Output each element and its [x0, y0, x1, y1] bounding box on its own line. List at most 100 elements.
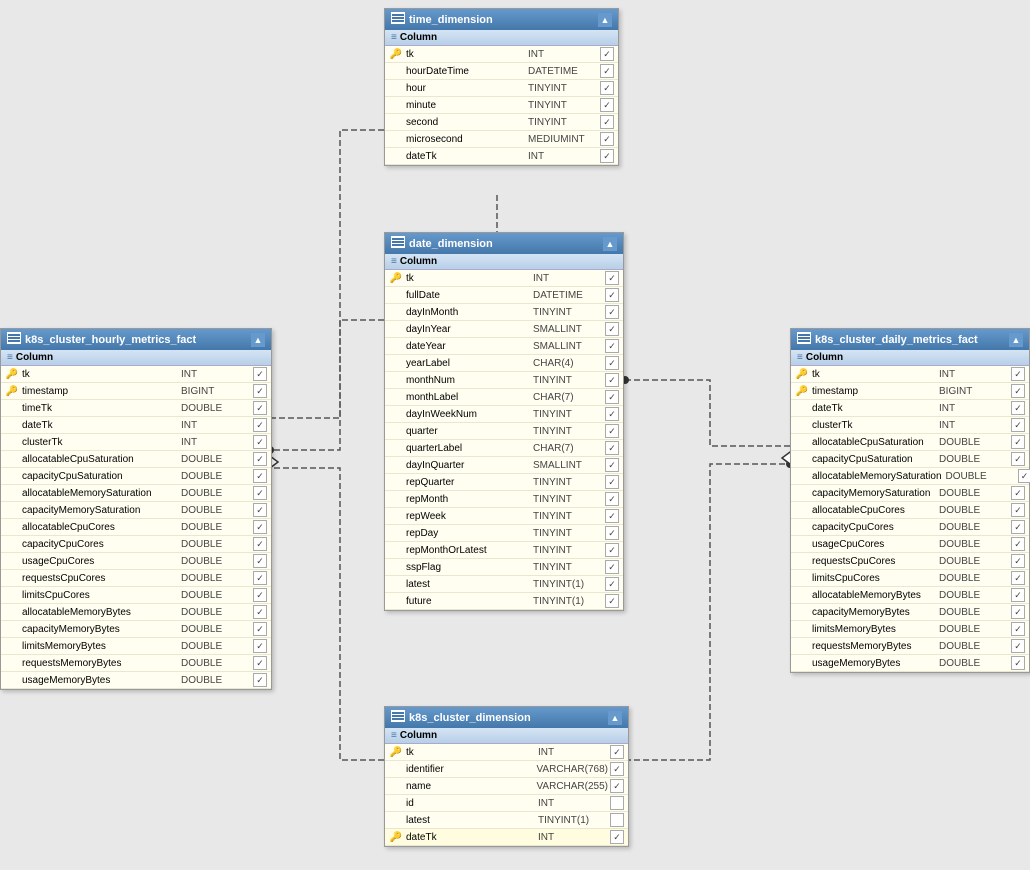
- scroll-up-daily[interactable]: ▲: [1009, 333, 1023, 347]
- table-k8s-cluster-daily[interactable]: k8s_cluster_daily_metrics_fact ▲ ≡ Colum…: [790, 328, 1030, 673]
- check[interactable]: ✓: [600, 81, 614, 95]
- table-row[interactable]: limitsMemoryBytes DOUBLE ✓: [791, 621, 1029, 638]
- table-date-dimension[interactable]: date_dimension ▲ ≡ Column 🔑 tk INT ✓ ful…: [384, 232, 624, 611]
- check[interactable]: ✓: [1011, 435, 1025, 449]
- table-k8s-cluster-dimension[interactable]: k8s_cluster_dimension ▲ ≡ Column 🔑 tk IN…: [384, 706, 629, 847]
- table-row[interactable]: capacityCpuCores DOUBLE ✓: [1, 536, 271, 553]
- check[interactable]: ✓: [605, 424, 619, 438]
- table-row[interactable]: 🔑 tk INT ✓: [385, 744, 628, 761]
- check[interactable]: ✓: [605, 543, 619, 557]
- check[interactable]: ✓: [610, 762, 624, 776]
- table-row[interactable]: latest TINYINT(1): [385, 812, 628, 829]
- check[interactable]: ✓: [253, 452, 267, 466]
- check[interactable]: ✓: [605, 492, 619, 506]
- table-row[interactable]: repMonthOrLatest TINYINT ✓: [385, 542, 623, 559]
- check[interactable]: ✓: [253, 622, 267, 636]
- table-row[interactable]: dateYear SMALLINT ✓: [385, 338, 623, 355]
- table-row[interactable]: id INT: [385, 795, 628, 812]
- table-row[interactable]: monthNum TINYINT ✓: [385, 372, 623, 389]
- table-row[interactable]: clusterTk INT ✓: [1, 434, 271, 451]
- check[interactable]: ✓: [605, 594, 619, 608]
- table-row[interactable]: repQuarter TINYINT ✓: [385, 474, 623, 491]
- table-row[interactable]: sspFlag TINYINT ✓: [385, 559, 623, 576]
- check[interactable]: ✓: [253, 486, 267, 500]
- table-row[interactable]: dateTk INT ✓: [791, 400, 1029, 417]
- check[interactable]: ✓: [1011, 622, 1025, 636]
- check[interactable]: ✓: [253, 639, 267, 653]
- check[interactable]: ✓: [1011, 656, 1025, 670]
- check[interactable]: ✓: [600, 115, 614, 129]
- check[interactable]: ✓: [253, 367, 267, 381]
- check[interactable]: ✓: [253, 537, 267, 551]
- table-row[interactable]: allocatableCpuSaturation DOUBLE ✓: [791, 434, 1029, 451]
- table-row[interactable]: yearLabel CHAR(4) ✓: [385, 355, 623, 372]
- check[interactable]: ✓: [605, 305, 619, 319]
- table-row[interactable]: capacityCpuSaturation DOUBLE ✓: [1, 468, 271, 485]
- check[interactable]: ✓: [605, 271, 619, 285]
- check[interactable]: ✓: [253, 520, 267, 534]
- check[interactable]: ✓: [253, 673, 267, 687]
- check[interactable]: ✓: [253, 588, 267, 602]
- table-row[interactable]: timeTk DOUBLE ✓: [1, 400, 271, 417]
- table-row[interactable]: 🔑 dateTk INT ✓: [385, 829, 628, 846]
- table-row[interactable]: 🔑 tk INT ✓: [385, 270, 623, 287]
- check[interactable]: ✓: [605, 526, 619, 540]
- check[interactable]: ✓: [253, 401, 267, 415]
- table-row[interactable]: quarterLabel CHAR(7) ✓: [385, 440, 623, 457]
- check[interactable]: ✓: [1011, 639, 1025, 653]
- check-unchecked[interactable]: [610, 796, 624, 810]
- check[interactable]: ✓: [1011, 605, 1025, 619]
- check[interactable]: ✓: [605, 458, 619, 472]
- table-row[interactable]: dayInWeekNum TINYINT ✓: [385, 406, 623, 423]
- table-row[interactable]: dayInYear SMALLINT ✓: [385, 321, 623, 338]
- table-row[interactable]: usageMemoryBytes DOUBLE ✓: [1, 672, 271, 689]
- check[interactable]: ✓: [605, 322, 619, 336]
- table-row[interactable]: clusterTk INT ✓: [791, 417, 1029, 434]
- table-row[interactable]: capacityMemorySaturation DOUBLE ✓: [791, 485, 1029, 502]
- table-row[interactable]: repWeek TINYINT ✓: [385, 508, 623, 525]
- check[interactable]: ✓: [605, 560, 619, 574]
- check[interactable]: ✓: [610, 745, 624, 759]
- check[interactable]: ✓: [1011, 384, 1025, 398]
- table-row[interactable]: fullDate DATETIME ✓: [385, 287, 623, 304]
- check[interactable]: ✓: [1011, 520, 1025, 534]
- table-row[interactable]: dateTk INT ✓: [1, 417, 271, 434]
- check[interactable]: ✓: [600, 149, 614, 163]
- check[interactable]: ✓: [1011, 486, 1025, 500]
- check[interactable]: ✓: [1011, 418, 1025, 432]
- check[interactable]: ✓: [610, 779, 624, 793]
- check[interactable]: ✓: [605, 407, 619, 421]
- check[interactable]: ✓: [1011, 367, 1025, 381]
- table-row[interactable]: quarter TINYINT ✓: [385, 423, 623, 440]
- check[interactable]: ✓: [1011, 554, 1025, 568]
- table-row[interactable]: allocatableCpuSaturation DOUBLE ✓: [1, 451, 271, 468]
- check[interactable]: ✓: [1011, 401, 1025, 415]
- table-row[interactable]: usageCpuCores DOUBLE ✓: [791, 536, 1029, 553]
- check[interactable]: ✓: [1018, 469, 1030, 483]
- table-row[interactable]: identifier VARCHAR(768) ✓: [385, 761, 628, 778]
- check[interactable]: ✓: [1011, 537, 1025, 551]
- table-row[interactable]: limitsCpuCores DOUBLE ✓: [791, 570, 1029, 587]
- table-header-hourly[interactable]: k8s_cluster_hourly_metrics_fact ▲: [1, 329, 271, 350]
- table-row[interactable]: dayInQuarter SMALLINT ✓: [385, 457, 623, 474]
- check[interactable]: ✓: [605, 288, 619, 302]
- table-header-time-dimension[interactable]: time_dimension ▲: [385, 9, 618, 30]
- table-row[interactable]: limitsMemoryBytes DOUBLE ✓: [1, 638, 271, 655]
- table-header-daily[interactable]: k8s_cluster_daily_metrics_fact ▲: [791, 329, 1029, 350]
- check[interactable]: ✓: [605, 356, 619, 370]
- table-row[interactable]: allocatableMemorySaturation DOUBLE ✓: [1, 485, 271, 502]
- table-row[interactable]: future TINYINT(1) ✓: [385, 593, 623, 610]
- table-row[interactable]: second TINYINT ✓: [385, 114, 618, 131]
- check[interactable]: ✓: [605, 441, 619, 455]
- check[interactable]: ✓: [253, 571, 267, 585]
- check[interactable]: ✓: [253, 418, 267, 432]
- scroll-up-cluster-dim[interactable]: ▲: [608, 711, 622, 725]
- table-row[interactable]: requestsCpuCores DOUBLE ✓: [1, 570, 271, 587]
- check[interactable]: ✓: [605, 577, 619, 591]
- table-row[interactable]: allocatableMemoryBytes DOUBLE ✓: [1, 604, 271, 621]
- check[interactable]: ✓: [1011, 588, 1025, 602]
- table-row[interactable]: minute TINYINT ✓: [385, 97, 618, 114]
- check[interactable]: ✓: [600, 64, 614, 78]
- table-row[interactable]: allocatableMemorySaturation DOUBLE ✓: [791, 468, 1029, 485]
- table-row[interactable]: limitsCpuCores DOUBLE ✓: [1, 587, 271, 604]
